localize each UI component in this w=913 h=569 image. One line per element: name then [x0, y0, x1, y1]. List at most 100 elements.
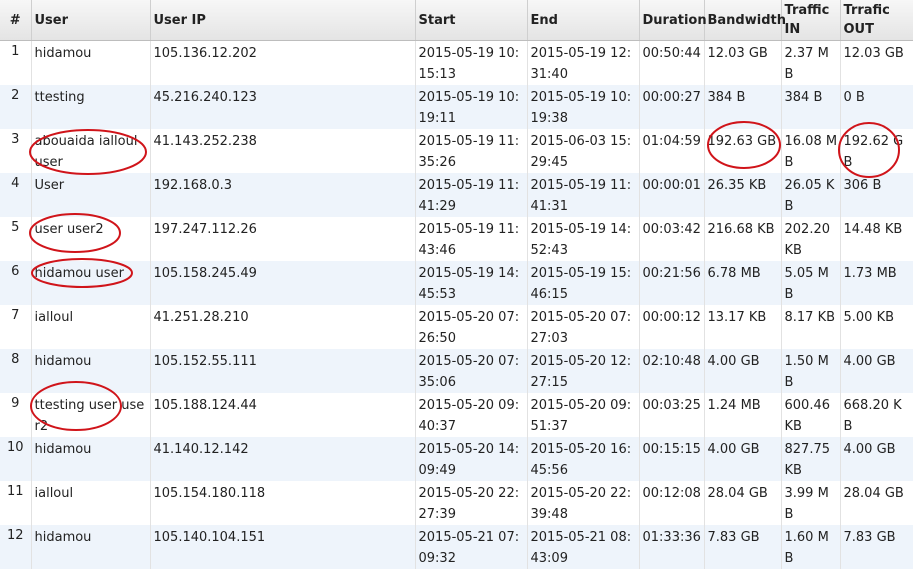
traffic-in-cell: 384 B	[781, 85, 841, 129]
user-cell: ialloul	[31, 305, 151, 349]
row-index: 6	[0, 261, 32, 305]
end-cell: 2015-05-20 07:27:03	[527, 305, 640, 349]
bandwidth-cell: 384 B	[704, 85, 782, 129]
column-header-user-ip[interactable]: User IP	[150, 0, 416, 41]
end-cell: 2015-05-20 22:39:48	[527, 481, 640, 525]
end-cell: 2015-05-19 11:41:31	[527, 173, 640, 217]
column-header-user[interactable]: User	[31, 0, 151, 41]
duration-cell: 00:03:25	[639, 393, 705, 437]
table-row[interactable]: 4 User 192.168.0.3 2015-05-19 11:41:29 2015-…	[0, 173, 913, 217]
traffic-out-cell: 1.73 MB	[840, 261, 913, 305]
user-cell: ttesting	[31, 85, 151, 129]
user-cell: hidamou user	[31, 261, 151, 305]
traffic-out-cell: 4.00 GB	[840, 349, 913, 393]
end-cell: 2015-05-19 10:19:38	[527, 85, 640, 129]
traffic-out-cell: 14.48 KB	[840, 217, 913, 261]
row-index: 7	[0, 305, 32, 349]
traffic-in-cell: 600.46 KB	[781, 393, 841, 437]
user-cell: hidamou	[31, 349, 151, 393]
start-cell: 2015-05-20 07:35:06	[415, 349, 528, 393]
user-cell: hidamou	[31, 525, 151, 569]
traffic-out-cell: 4.00 GB	[840, 437, 913, 481]
user-cell: user user2	[31, 217, 151, 261]
sessions-table: # User User IP Start End Duration Bandwi…	[0, 0, 913, 569]
traffic-out-cell: 0 B	[840, 85, 913, 129]
start-cell: 2015-05-19 10:19:11	[415, 85, 528, 129]
bandwidth-cell: 216.68 KB	[704, 217, 782, 261]
bandwidth-cell: 28.04 GB	[704, 481, 782, 525]
duration-cell: 00:00:12	[639, 305, 705, 349]
start-cell: 2015-05-20 07:26:50	[415, 305, 528, 349]
user-ip-cell: 41.251.28.210	[150, 305, 416, 349]
start-cell: 2015-05-19 11:41:29	[415, 173, 528, 217]
traffic-out-cell: 12.03 GB	[840, 40, 913, 85]
table-row[interactable]: 3 abouaida ialloul user 41.143.252.238 2015…	[0, 129, 913, 173]
traffic-in-cell: 16.08 MB	[781, 129, 841, 173]
bandwidth-cell: 4.00 GB	[704, 437, 782, 481]
column-header-start[interactable]: Start	[415, 0, 528, 41]
bandwidth-cell: 12.03 GB	[704, 40, 782, 85]
column-header-bandwidth[interactable]: Bandwidth	[704, 0, 786, 41]
start-cell: 2015-05-21 07:09:32	[415, 525, 528, 569]
row-index: 4	[0, 173, 32, 217]
end-cell: 2015-05-20 16:45:56	[527, 437, 640, 481]
start-cell: 2015-05-19 11:43:46	[415, 217, 528, 261]
bandwidth-cell: 26.35 KB	[704, 173, 782, 217]
end-cell: 2015-05-21 08:43:09	[527, 525, 640, 569]
table-row[interactable]: 6 hidamou user 105.158.245.49 2015-05-19 14…	[0, 261, 913, 305]
end-cell: 2015-06-03 15:29:45	[527, 129, 640, 173]
table-row[interactable]: 9 ttesting user user2 105.188.124.44 2015-0…	[0, 393, 913, 437]
row-index: 3	[0, 129, 32, 173]
traffic-out-cell: 7.83 GB	[840, 525, 913, 569]
header-row: # User User IP Start End Duration Bandwi…	[0, 0, 913, 41]
duration-cell: 01:04:59	[639, 129, 705, 173]
user-cell: ialloul	[31, 481, 151, 525]
traffic-in-cell: 2.37 MB	[781, 40, 841, 85]
duration-cell: 01:33:36	[639, 525, 705, 569]
user-ip-cell: 105.154.180.118	[150, 481, 416, 525]
column-header-traffic-out[interactable]: Trrafic OUT	[840, 0, 913, 41]
row-index: 2	[0, 85, 32, 129]
table-row[interactable]: 8 hidamou 105.152.55.111 2015-05-20 07:35:0…	[0, 349, 913, 393]
bandwidth-cell: 6.78 MB	[704, 261, 782, 305]
table-row[interactable]: 10 hidamou 41.140.12.142 2015-05-20 14:09:4…	[0, 437, 913, 481]
column-header-traffic-in[interactable]: Traffic IN	[781, 0, 841, 41]
column-header-duration[interactable]: Duration	[639, 0, 707, 41]
table-row[interactable]: 2 ttesting 45.216.240.123 2015-05-19 10:19:…	[0, 85, 913, 129]
table-row[interactable]: 7 ialloul 41.251.28.210 2015-05-20 07:26:50…	[0, 305, 913, 349]
table-row[interactable]: 12 hidamou 105.140.104.151 2015-05-21 07:09…	[0, 525, 913, 569]
user-ip-cell: 41.143.252.238	[150, 129, 416, 173]
user-ip-cell: 105.158.245.49	[150, 261, 416, 305]
traffic-in-cell: 1.50 MB	[781, 349, 841, 393]
bandwidth-cell: 192.63 GB	[704, 129, 782, 173]
duration-cell: 00:03:42	[639, 217, 705, 261]
duration-cell: 00:00:27	[639, 85, 705, 129]
duration-cell: 00:21:56	[639, 261, 705, 305]
start-cell: 2015-05-19 10:15:13	[415, 40, 528, 85]
traffic-in-cell: 1.60 MB	[781, 525, 841, 569]
user-cell: hidamou	[31, 437, 151, 481]
traffic-out-cell: 5.00 KB	[840, 305, 913, 349]
start-cell: 2015-05-20 22:27:39	[415, 481, 528, 525]
user-ip-cell: 105.136.12.202	[150, 40, 416, 85]
table-row[interactable]: 1 hidamou 105.136.12.202 2015-05-19 10:15:1…	[0, 40, 913, 85]
traffic-in-cell: 8.17 KB	[781, 305, 841, 349]
start-cell: 2015-05-20 09:40:37	[415, 393, 528, 437]
table-row[interactable]: 11 ialloul 105.154.180.118 2015-05-20 22:27…	[0, 481, 913, 525]
traffic-in-cell: 827.75 KB	[781, 437, 841, 481]
duration-cell: 00:00:01	[639, 173, 705, 217]
user-ip-cell: 105.140.104.151	[150, 525, 416, 569]
column-header-index[interactable]: #	[0, 0, 32, 41]
user-cell: User	[31, 173, 151, 217]
traffic-in-cell: 5.05 MB	[781, 261, 841, 305]
traffic-in-cell: 3.99 MB	[781, 481, 841, 525]
bandwidth-cell: 4.00 GB	[704, 349, 782, 393]
user-cell: ttesting user user2	[31, 393, 151, 437]
start-cell: 2015-05-19 14:45:53	[415, 261, 528, 305]
table-row[interactable]: 5 user user2 197.247.112.26 2015-05-19 11:4…	[0, 217, 913, 261]
bandwidth-cell: 13.17 KB	[704, 305, 782, 349]
user-ip-cell: 41.140.12.142	[150, 437, 416, 481]
column-header-end[interactable]: End	[527, 0, 640, 41]
duration-cell: 00:12:08	[639, 481, 705, 525]
bandwidth-cell: 7.83 GB	[704, 525, 782, 569]
